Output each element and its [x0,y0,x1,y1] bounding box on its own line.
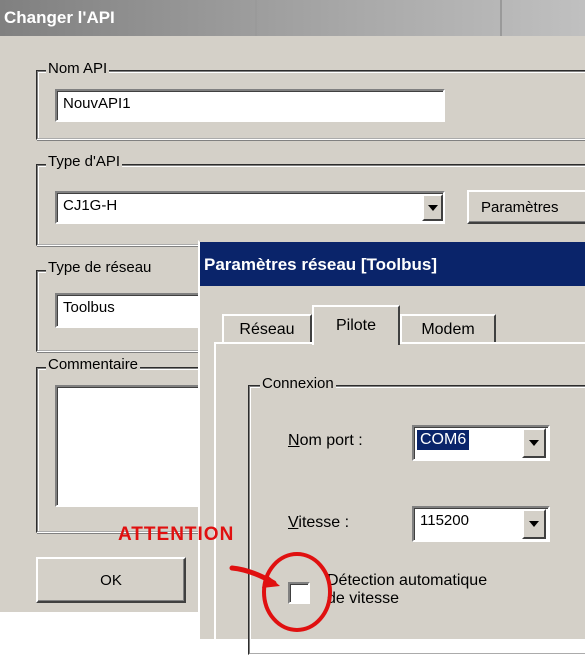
annotation-overlay [229,552,332,632]
highlight-circle-icon [262,552,332,632]
tab-pilote[interactable]: Pilote [312,305,400,345]
